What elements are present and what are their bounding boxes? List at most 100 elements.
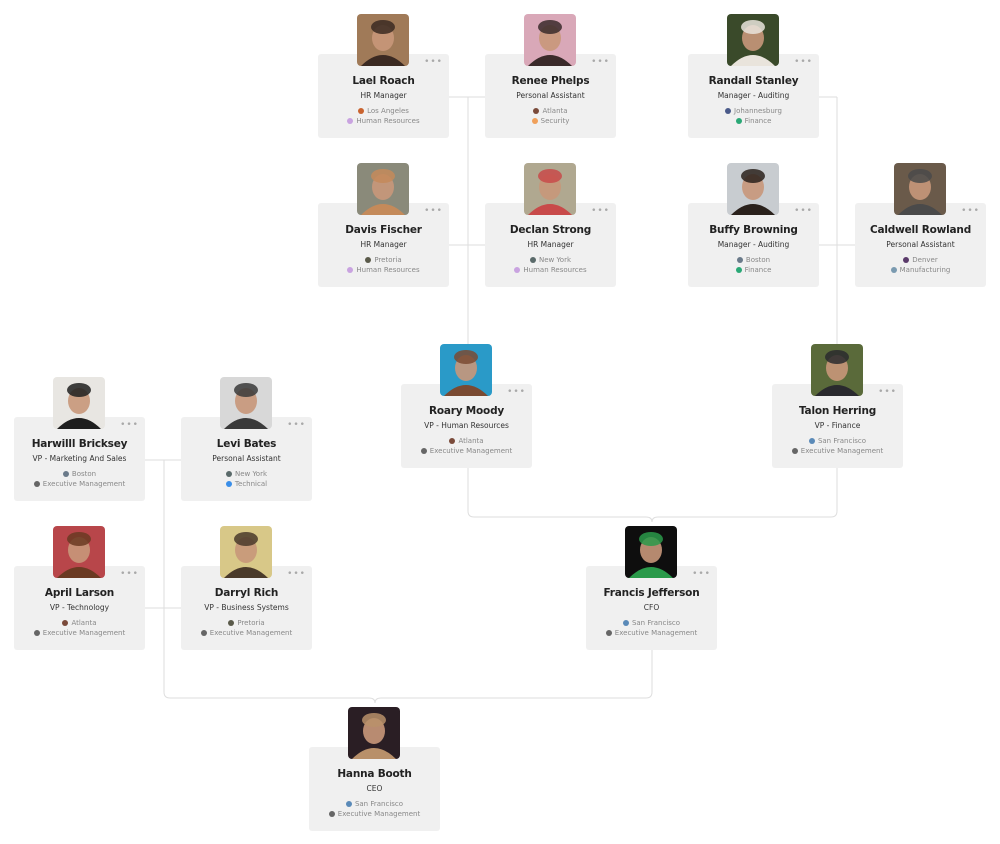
person-card-buffy-browning[interactable]: ••• Buffy Browning Manager - Auditing Bosto… bbox=[688, 203, 819, 287]
department-icon bbox=[33, 630, 40, 636]
avatar[interactable] bbox=[524, 163, 576, 215]
department-row: Executive Management bbox=[401, 447, 532, 455]
avatar[interactable] bbox=[440, 344, 492, 396]
person-card-randall-stanley[interactable]: ••• Randall Stanley Manager - Auditing Joha… bbox=[688, 54, 819, 138]
department-row: Executive Management bbox=[181, 629, 312, 637]
location-row: Boston bbox=[14, 470, 145, 478]
avatar[interactable] bbox=[811, 344, 863, 396]
department-text: Executive Management bbox=[614, 629, 698, 637]
person-card-hanna-booth[interactable]: Hanna Booth CEO San Francisco Executive Man… bbox=[309, 747, 440, 831]
location-row: San Francisco bbox=[309, 800, 440, 808]
org-chart: ••• Lael Roach HR Manager Los Angeles Human … bbox=[0, 0, 1000, 844]
location-text: Pretoria bbox=[374, 256, 402, 264]
person-title: Manager - Auditing bbox=[717, 91, 790, 100]
avatar[interactable] bbox=[357, 163, 409, 215]
person-card-lael-roach[interactable]: ••• Lael Roach HR Manager Los Angeles Human … bbox=[318, 54, 449, 138]
location-icon bbox=[225, 471, 232, 477]
department-icon bbox=[605, 630, 612, 636]
person-title: VP - Finance bbox=[814, 421, 861, 430]
location-row: Denver bbox=[855, 256, 986, 264]
person-card-caldwell-rowland[interactable]: ••• Caldwell Rowland Personal Assistant Den… bbox=[855, 203, 986, 287]
ellipsis-icon[interactable]: ••• bbox=[692, 570, 711, 579]
location-text: New York bbox=[234, 470, 268, 478]
person-card-darryl-rich[interactable]: ••• Darryl Rich VP - Business Systems Preto… bbox=[181, 566, 312, 650]
person-name: Levi Bates bbox=[216, 438, 277, 450]
avatar[interactable] bbox=[357, 14, 409, 66]
ellipsis-icon[interactable]: ••• bbox=[424, 207, 443, 216]
location-row: Atlanta bbox=[485, 107, 616, 115]
person-title: VP - Marketing And Sales bbox=[32, 454, 127, 463]
department-icon bbox=[735, 118, 742, 124]
department-row: Executive Management bbox=[14, 480, 145, 488]
ellipsis-icon[interactable]: ••• bbox=[287, 570, 306, 579]
ellipsis-icon[interactable]: ••• bbox=[794, 58, 813, 67]
avatar[interactable] bbox=[220, 377, 272, 429]
avatar[interactable] bbox=[894, 163, 946, 215]
ellipsis-icon[interactable]: ••• bbox=[794, 207, 813, 216]
ellipsis-icon[interactable]: ••• bbox=[120, 570, 139, 579]
location-text: San Francisco bbox=[354, 800, 404, 808]
location-icon bbox=[62, 620, 69, 626]
ellipsis-icon[interactable]: ••• bbox=[961, 207, 980, 216]
location-row: San Francisco bbox=[772, 437, 903, 445]
location-text: Atlanta bbox=[458, 437, 484, 445]
location-row: Boston bbox=[688, 256, 819, 264]
person-card-levi-bates[interactable]: ••• Levi Bates Personal Assistant New York T… bbox=[181, 417, 312, 501]
avatar[interactable] bbox=[53, 526, 105, 578]
location-row: Johannesburg bbox=[688, 107, 819, 115]
location-icon bbox=[533, 108, 540, 114]
avatar[interactable] bbox=[727, 163, 779, 215]
location-icon bbox=[62, 471, 69, 477]
location-row: Los Angeles bbox=[318, 107, 449, 115]
person-card-roary-moody[interactable]: ••• Roary Moody VP - Human Resources Atlant… bbox=[401, 384, 532, 468]
ellipsis-icon[interactable]: ••• bbox=[507, 388, 526, 397]
department-row: Human Resources bbox=[318, 266, 449, 274]
ellipsis-icon[interactable]: ••• bbox=[120, 421, 139, 430]
department-text: Human Resources bbox=[356, 117, 420, 125]
person-title: Personal Assistant bbox=[516, 91, 585, 100]
department-text: Human Resources bbox=[356, 266, 420, 274]
department-row: Manufacturing bbox=[855, 266, 986, 274]
location-text: Los Angeles bbox=[367, 107, 409, 115]
person-name: Harwilll Bricksey bbox=[31, 438, 128, 450]
person-card-renee-phelps[interactable]: ••• Renee Phelps Personal Assistant Atlanta… bbox=[485, 54, 616, 138]
department-text: Human Resources bbox=[523, 266, 587, 274]
person-card-francis-jefferson[interactable]: ••• Francis Jefferson CFO San Francisco Exec… bbox=[586, 566, 717, 650]
avatar[interactable] bbox=[220, 526, 272, 578]
location-text: Boston bbox=[745, 256, 771, 264]
location-icon bbox=[529, 257, 536, 263]
department-text: Security bbox=[540, 117, 570, 125]
person-name: Francis Jefferson bbox=[603, 587, 700, 599]
person-card-harwilll-bricksey[interactable]: ••• Harwilll Bricksey VP - Marketing And S… bbox=[14, 417, 145, 501]
person-name: April Larson bbox=[44, 587, 115, 599]
avatar[interactable] bbox=[625, 526, 677, 578]
person-card-april-larson[interactable]: ••• April Larson VP - Technology Atlanta Exe… bbox=[14, 566, 145, 650]
location-icon bbox=[228, 620, 235, 626]
location-row: Atlanta bbox=[14, 619, 145, 627]
ellipsis-icon[interactable]: ••• bbox=[591, 58, 610, 67]
department-text: Executive Management bbox=[800, 447, 884, 455]
department-icon bbox=[328, 811, 335, 817]
avatar[interactable] bbox=[727, 14, 779, 66]
ellipsis-icon[interactable]: ••• bbox=[878, 388, 897, 397]
location-row: New York bbox=[485, 256, 616, 264]
ellipsis-icon[interactable]: ••• bbox=[424, 58, 443, 67]
person-name: Davis Fischer bbox=[345, 224, 422, 236]
avatar[interactable] bbox=[524, 14, 576, 66]
person-name: Declan Strong bbox=[509, 224, 592, 236]
location-text: San Francisco bbox=[817, 437, 867, 445]
person-card-talon-herring[interactable]: ••• Talon Herring VP - Finance San Francisc… bbox=[772, 384, 903, 468]
department-row: Security bbox=[485, 117, 616, 125]
person-card-declan-strong[interactable]: ••• Declan Strong HR Manager New York Human … bbox=[485, 203, 616, 287]
department-text: Executive Management bbox=[42, 629, 126, 637]
ellipsis-icon[interactable]: ••• bbox=[287, 421, 306, 430]
avatar[interactable] bbox=[348, 707, 400, 759]
avatar[interactable] bbox=[53, 377, 105, 429]
location-text: Atlanta bbox=[71, 619, 97, 627]
person-card-davis-fischer[interactable]: ••• Davis Fischer HR Manager Pretoria Human … bbox=[318, 203, 449, 287]
department-row: Finance bbox=[688, 117, 819, 125]
connector-line bbox=[651, 468, 838, 523]
location-icon bbox=[808, 438, 815, 444]
ellipsis-icon[interactable]: ••• bbox=[591, 207, 610, 216]
department-text: Executive Management bbox=[209, 629, 293, 637]
